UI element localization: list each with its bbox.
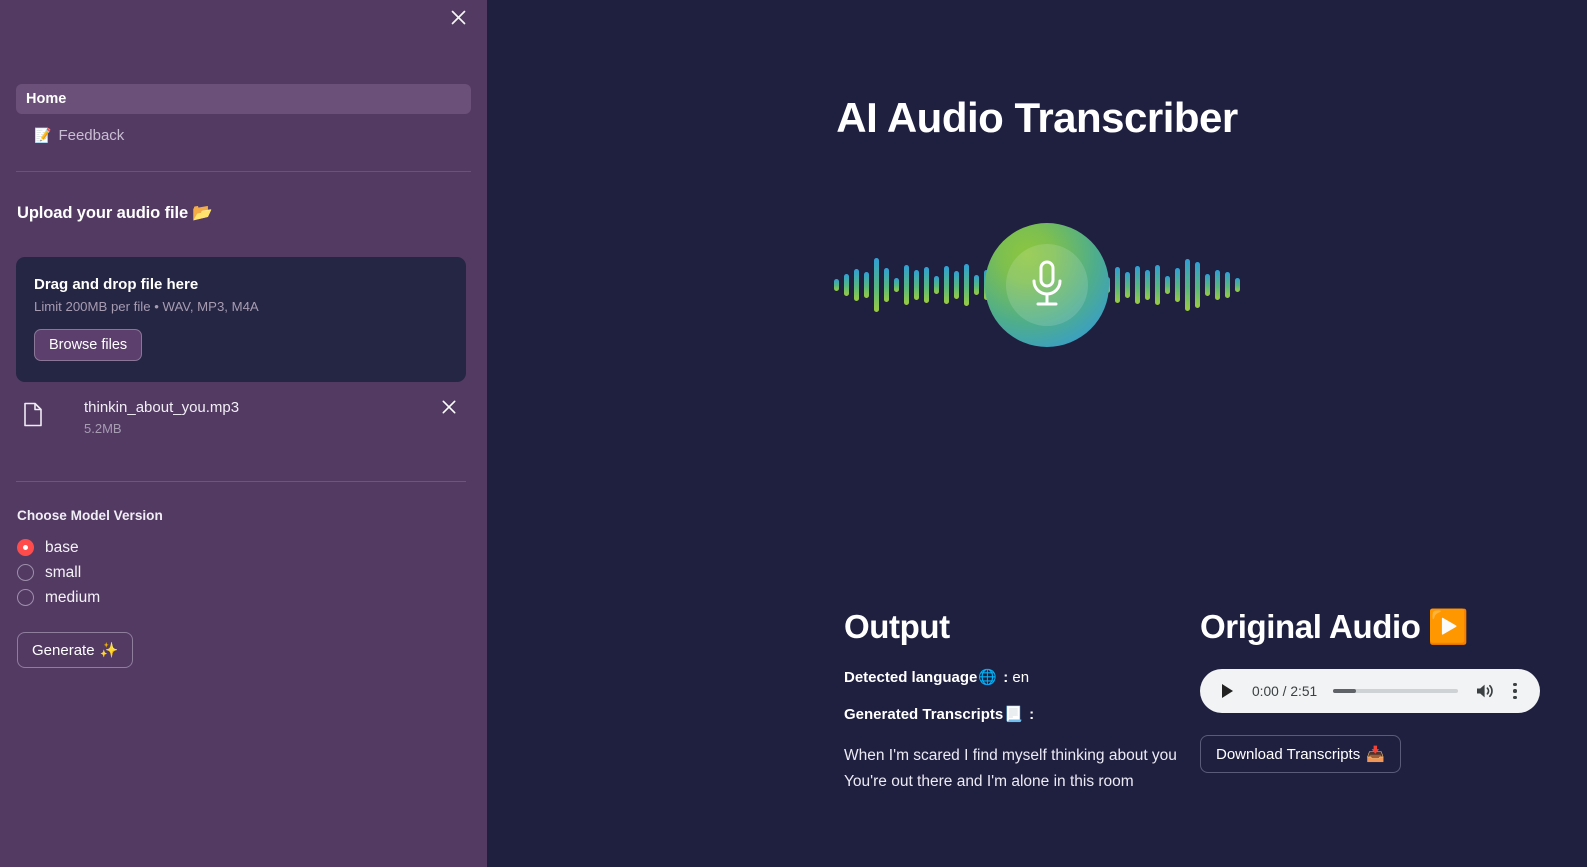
browse-files-button[interactable]: Browse files <box>34 329 143 361</box>
memo-icon: 📝 <box>34 127 52 143</box>
detected-language-separator: : <box>999 669 1013 686</box>
sidebar-item-home-label: Home <box>26 91 67 107</box>
sparkles-icon: ✨ <box>99 642 119 659</box>
radio-label-base: base <box>45 538 79 556</box>
radio-indicator-medium[interactable] <box>17 589 34 606</box>
detected-language-label: Detected language <box>844 669 978 686</box>
transcript-text: When I'm scared I find myself thinking a… <box>844 743 1200 795</box>
detected-language-value: en <box>1012 669 1030 686</box>
globe-icon: 🌐 <box>978 669 998 686</box>
transcript-line: When I'm scared I find myself thinking a… <box>844 747 1177 764</box>
sidebar-nav: Home 📝 Feedback <box>0 0 487 172</box>
file-size: 5.2MB <box>84 421 122 436</box>
radio-option-small[interactable]: small <box>17 560 487 585</box>
radio-indicator-small[interactable] <box>17 564 34 581</box>
inbox-tray-icon: 📥 <box>1366 746 1385 763</box>
close-icon[interactable] <box>443 2 473 32</box>
original-audio-column: Original Audio ▶️ 0:00 / 2:51 Download T… <box>1200 608 1587 795</box>
dropzone-title: Drag and drop file here <box>34 276 199 293</box>
audio-progress-fill <box>1333 689 1356 693</box>
audio-player[interactable]: 0:00 / 2:51 <box>1200 669 1540 713</box>
dropzone-limit: Limit 200MB per file • WAV, MP3, M4A <box>34 299 259 314</box>
file-icon <box>16 398 50 427</box>
transcript-line: You're out there and I'm alone in this r… <box>844 773 1134 790</box>
radio-option-base[interactable]: base <box>17 535 487 560</box>
audio-hero-graphic <box>487 200 1587 370</box>
upload-section-title-text: Upload your audio file <box>17 204 189 222</box>
model-version-label: Choose Model Version <box>17 508 163 523</box>
page-icon: 📃 <box>1004 706 1023 723</box>
file-name: thinkin_about_you.mp3 <box>84 399 240 416</box>
radio-label-small: small <box>45 563 82 581</box>
download-transcripts-button[interactable]: Download Transcripts 📥 <box>1200 735 1401 773</box>
detected-language-row: Detected language🌐 : en <box>844 668 1200 686</box>
waveform-right <box>1095 220 1240 350</box>
main-content: AI Audio Transcriber Output Detected lan… <box>487 0 1587 867</box>
sidebar-item-feedback-label: Feedback <box>58 126 125 144</box>
microphone-icon <box>1032 260 1062 306</box>
output-heading: Output <box>844 608 950 645</box>
uploaded-file-row: thinkin_about_you.mp3 5.2MB <box>16 396 466 444</box>
audio-more-options-icon[interactable] <box>1506 682 1524 700</box>
audio-progress-slider[interactable] <box>1333 689 1458 693</box>
sidebar-item-home[interactable]: Home <box>16 84 471 114</box>
remove-file-icon[interactable] <box>442 400 456 417</box>
volume-icon[interactable] <box>1474 682 1496 700</box>
audio-play-button[interactable] <box>1216 684 1238 698</box>
sidebar-item-feedback[interactable]: 📝 Feedback <box>16 120 471 150</box>
file-dropzone[interactable]: Drag and drop file here Limit 200MB per … <box>16 257 466 382</box>
audio-time-display: 0:00 / 2:51 <box>1252 683 1318 699</box>
upload-divider <box>16 481 466 482</box>
upload-section-title: Upload your audio file 📂 <box>17 204 487 223</box>
output-column: Output Detected language🌐 : en Generated… <box>844 608 1200 795</box>
results-area: Output Detected language🌐 : en Generated… <box>487 608 1587 795</box>
generated-transcripts-separator: : <box>1024 706 1035 723</box>
play-triangle-icon: ▶️ <box>1427 608 1469 645</box>
generate-button-label: Generate <box>32 641 95 659</box>
radio-label-medium: medium <box>45 588 101 606</box>
waveform-left <box>834 220 999 350</box>
generated-transcripts-row: Generated Transcripts📃 : <box>844 705 1200 723</box>
radio-option-medium[interactable]: medium <box>17 585 487 610</box>
app-root: Home 📝 Feedback Upload your audio file 📂 … <box>0 0 1587 867</box>
sidebar: Home 📝 Feedback Upload your audio file 📂 … <box>0 0 487 867</box>
page-title: AI Audio Transcriber <box>836 94 1238 141</box>
generated-transcripts-label: Generated Transcripts <box>844 706 1004 723</box>
file-meta: thinkin_about_you.mp3 5.2MB <box>50 398 239 436</box>
microphone-orb <box>985 223 1109 347</box>
original-audio-heading: Original Audio ▶️ <box>1200 608 1587 647</box>
model-version-radio-group: base small medium <box>17 535 487 610</box>
radio-indicator-base[interactable] <box>17 539 34 556</box>
original-audio-heading-text: Original Audio <box>1200 608 1421 645</box>
folder-icon: 📂 <box>192 204 213 222</box>
generate-button[interactable]: Generate ✨ <box>17 632 134 668</box>
sidebar-divider <box>16 171 471 172</box>
download-transcripts-label: Download Transcripts <box>1216 745 1361 763</box>
